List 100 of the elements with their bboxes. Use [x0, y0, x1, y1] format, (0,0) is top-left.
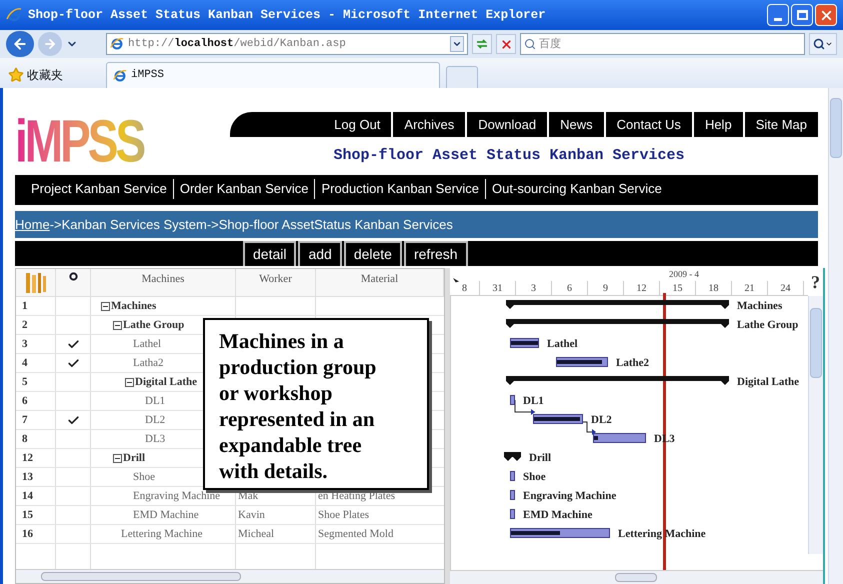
task-label: Shoe: [523, 470, 546, 485]
task-label: Engraving Machine: [523, 489, 616, 504]
column-header[interactable]: Machines: [142, 271, 184, 296]
back-button[interactable]: [6, 31, 34, 57]
service-link[interactable]: Production Kanban Service: [314, 179, 486, 198]
machine-name[interactable]: Lathel: [133, 336, 162, 352]
worker-cell-text: Micheal: [238, 526, 274, 542]
pointer-icon[interactable]: [453, 278, 460, 285]
browser-icon: [110, 37, 124, 51]
machine-name[interactable]: EMD Machine: [133, 506, 199, 524]
day-tick: 9: [603, 282, 608, 295]
address-dropdown-button[interactable]: [450, 36, 464, 52]
callout-text: Machines in a production group or workshop represented in an expandable tree with details.: [219, 328, 378, 484]
machine-name[interactable]: Lettering Machine: [121, 526, 203, 542]
horizontal-scrollbar[interactable]: [450, 570, 823, 584]
check-mark[interactable]: [66, 414, 80, 426]
nav-link[interactable]: Download: [465, 112, 548, 137]
dropdown-icon: [825, 40, 833, 48]
row-number: 2: [22, 318, 28, 333]
row-number: 7: [22, 412, 28, 428]
task-bar: [510, 471, 515, 481]
collapse-icon[interactable]: [125, 378, 134, 386]
day-tick: 31: [492, 282, 502, 295]
stop-button[interactable]: [496, 34, 516, 54]
machine-name[interactable]: Machines: [111, 298, 156, 314]
browser-icon: [113, 68, 127, 82]
machine-name[interactable]: Digital Lathe: [135, 374, 198, 390]
search-field[interactable]: 百度: [520, 33, 805, 55]
row-number: 6: [22, 394, 28, 409]
day-tick: 18: [708, 282, 718, 295]
check-mark[interactable]: [66, 338, 80, 350]
day-tick: 21: [744, 282, 754, 295]
collapse-icon[interactable]: [101, 302, 110, 310]
toolbar-button[interactable]: add: [298, 241, 342, 266]
row-number: 4: [22, 356, 28, 371]
service-link[interactable]: Order Kanban Service: [172, 179, 314, 198]
row-number: 5: [22, 374, 28, 390]
nav-link[interactable]: Contact Us: [604, 112, 692, 137]
machine-name[interactable]: Shoe: [133, 468, 155, 486]
row-number: 15: [22, 508, 33, 523]
circle-icon: [68, 272, 78, 281]
task-bar: [510, 509, 515, 519]
task-label: DL1: [523, 394, 544, 409]
toolbar-button[interactable]: detail: [243, 241, 296, 266]
collapse-icon[interactable]: [113, 454, 122, 462]
row-number: 12: [22, 450, 33, 466]
tab-title: iMPSS: [131, 68, 164, 84]
month-label: 2009 - 4: [669, 268, 699, 281]
toolbar-button[interactable]: refresh: [404, 241, 468, 266]
service-link[interactable]: Out-sourcing Kanban Service: [485, 179, 668, 198]
browser-tab[interactable]: iMPSS: [106, 62, 440, 88]
search-button[interactable]: [809, 33, 837, 55]
task-bar: [510, 395, 515, 405]
row-number: 1: [22, 298, 28, 314]
favorites-button[interactable]: 收藏夹: [27, 66, 63, 84]
toolbar-button[interactable]: delete: [344, 241, 402, 266]
nav-link[interactable]: News: [547, 112, 604, 137]
nav-link[interactable]: Archives: [391, 112, 466, 137]
horizontal-scrollbar[interactable]: [16, 569, 444, 583]
row-number: 16: [22, 526, 33, 542]
task-label: EMD Machine: [523, 508, 592, 523]
collapse-icon[interactable]: [113, 320, 122, 330]
machine-name[interactable]: Lathe Group: [123, 316, 184, 334]
check-mark[interactable]: [66, 356, 80, 370]
scrollbar[interactable]: [808, 296, 823, 554]
column-header[interactable]: Worker: [259, 271, 292, 296]
day-tick: 24: [780, 282, 790, 295]
column-header[interactable]: Material: [360, 271, 398, 296]
machine-name[interactable]: DL1: [145, 392, 166, 410]
day-tick: 15: [672, 282, 682, 295]
home-link[interactable]: Home: [15, 214, 50, 234]
machine-name[interactable]: Latha2: [133, 354, 164, 372]
machine-name[interactable]: Engraving Machine: [133, 488, 220, 504]
close-button[interactable]: [815, 4, 837, 26]
row-number: 14: [22, 488, 33, 504]
address-field[interactable]: http://localhost/webid/Kanban.asp: [106, 33, 468, 55]
day-tick: 6: [567, 282, 572, 295]
maximize-button[interactable]: [791, 4, 813, 26]
scrollbar[interactable]: [828, 88, 843, 584]
search-placeholder: 百度: [539, 36, 561, 52]
day-tick: 12: [636, 282, 646, 295]
nav-link[interactable]: Log Out: [323, 112, 392, 137]
task-bar: [510, 490, 515, 500]
machine-name[interactable]: Drill: [123, 450, 145, 466]
nav-link[interactable]: Site Map: [742, 112, 818, 137]
machine-name[interactable]: DL2: [145, 412, 166, 428]
column-logo-icon: [24, 270, 48, 294]
help-link[interactable]: ?: [811, 268, 820, 296]
minimize-button[interactable]: [767, 4, 789, 26]
refresh-button[interactable]: [472, 34, 492, 54]
summary-bar: [504, 452, 521, 461]
nav-link[interactable]: Help: [692, 112, 743, 137]
search-icon: [524, 38, 536, 50]
service-link[interactable]: Project Kanban Service: [25, 179, 173, 198]
machine-name[interactable]: DL3: [145, 430, 166, 448]
row-number: 8: [22, 432, 28, 447]
day-tick: 3: [531, 282, 536, 295]
favorites-star-icon: [8, 67, 24, 83]
task-label: Lathel: [547, 337, 578, 352]
material-cell-text: Shoe Plates: [318, 508, 370, 523]
